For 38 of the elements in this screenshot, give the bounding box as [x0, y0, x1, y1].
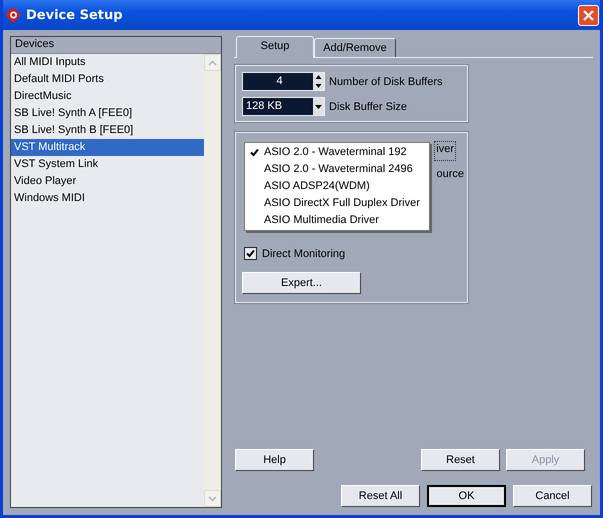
device-item[interactable]: SB Live! Synth B [FEE0] — [11, 122, 204, 139]
chevron-down-icon — [208, 496, 217, 502]
panel-button[interactable]: Reset — [421, 449, 500, 471]
device-item[interactable]: DirectMusic — [11, 88, 204, 105]
dialog-button[interactable]: Reset All — [341, 485, 420, 507]
window-title: Device Setup — [26, 8, 124, 22]
panel-button[interactable]: Help — [235, 449, 314, 471]
menu-item[interactable]: ASIO Multimedia Driver — [245, 212, 429, 229]
buffer-size-label: Disk Buffer Size — [329, 100, 408, 112]
app-logo-icon — [5, 7, 21, 23]
chevron-up-icon — [208, 60, 217, 66]
disk-buffers-label: Number of Disk Buffers — [329, 76, 443, 88]
list-header: Devices — [11, 37, 221, 54]
buffer-size-dropdown[interactable]: 128 KB — [242, 97, 325, 116]
menu-item[interactable]: ASIO DirectX Full Duplex Driver — [245, 195, 429, 212]
close-button[interactable] — [578, 4, 599, 26]
device-item[interactable]: Default MIDI Ports — [11, 71, 204, 88]
menu-item[interactable]: ASIO ADSP24(WDM) — [245, 178, 429, 195]
tab[interactable]: Setup — [236, 36, 314, 58]
menu-item[interactable]: ASIO 2.0 - Waveterminal 2496 — [245, 161, 429, 178]
dialog-button[interactable]: Cancel — [513, 485, 592, 507]
menu-item[interactable]: ASIO 2.0 - Waveterminal 192 — [245, 144, 429, 161]
dropdown-arrow-icon — [314, 104, 323, 110]
device-item[interactable]: All MIDI Inputs — [11, 54, 204, 71]
dialog-button[interactable]: OK — [427, 485, 506, 507]
checkmark-icon — [250, 148, 259, 157]
close-icon — [583, 10, 594, 20]
driver-button[interactable]: iver — [434, 141, 456, 161]
expert-button[interactable]: Expert... — [242, 272, 361, 294]
device-item[interactable]: VST Multitrack — [11, 139, 204, 156]
direct-monitoring-label: Direct Monitoring — [262, 248, 346, 260]
clock-source-label: ource — [436, 166, 464, 182]
device-item[interactable]: Windows MIDI — [11, 190, 204, 207]
device-item[interactable]: VST System Link — [11, 156, 204, 173]
device-item[interactable]: SB Live! Synth A [FEE0] — [11, 105, 204, 122]
device-item[interactable]: Video Player — [11, 173, 204, 190]
tab[interactable]: Add/Remove — [314, 38, 396, 57]
checkbox[interactable] — [244, 247, 257, 260]
